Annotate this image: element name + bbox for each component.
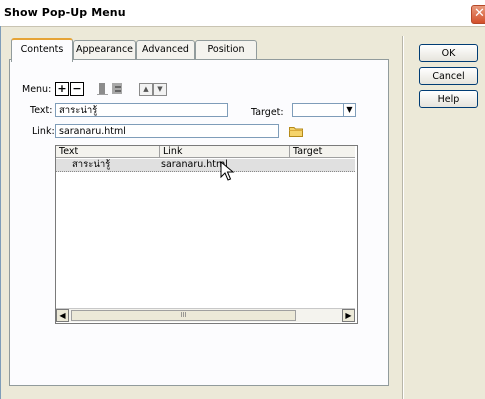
window-frame: [0, 26, 1, 399]
tab-advanced[interactable]: Advanced: [136, 40, 195, 60]
chevron-right-icon: ▶: [345, 311, 352, 320]
outdent-item-icon: [112, 83, 122, 94]
tab-contents[interactable]: Contents: [11, 38, 73, 62]
target-label: Target:: [251, 107, 284, 118]
column-header-text[interactable]: Text: [56, 146, 160, 158]
window-title: Show Pop-Up Menu: [4, 6, 126, 19]
mouse-cursor-icon: [220, 160, 236, 183]
vertical-divider-highlight: [403, 36, 404, 399]
tab-label: Appearance: [75, 44, 134, 55]
move-up-button[interactable]: ▲: [139, 83, 153, 96]
text-field[interactable]: สาระน่ารู้: [55, 103, 228, 117]
target-select[interactable]: [292, 103, 348, 117]
column-header-target[interactable]: Target: [290, 146, 355, 158]
folder-icon: [289, 127, 303, 137]
row-link-cell: saranaru.html: [161, 159, 228, 170]
link-label: Link:: [32, 126, 55, 137]
horizontal-scrollbar[interactable]: ◀ III ▶: [56, 308, 355, 322]
tab-label: Position: [207, 44, 245, 55]
move-up-icon: ▲: [143, 85, 149, 93]
scroll-left-button[interactable]: ◀: [56, 309, 69, 322]
add-item-icon: +: [57, 82, 67, 95]
text-label: Text:: [30, 105, 53, 116]
target-dropdown-button[interactable]: ▼: [343, 103, 356, 117]
indent-item-button[interactable]: [96, 82, 109, 96]
remove-item-icon: −: [72, 82, 82, 95]
cancel-button[interactable]: Cancel: [419, 67, 478, 85]
tab-appearance[interactable]: Appearance: [73, 40, 136, 60]
browse-button[interactable]: [289, 126, 303, 137]
menu-label: Menu:: [22, 84, 52, 95]
row-text-cell: สาระน่ารู้: [72, 159, 111, 170]
close-button[interactable]: ✕: [471, 5, 485, 24]
close-icon: ✕: [474, 6, 485, 21]
scroll-grip: III: [180, 311, 187, 319]
move-down-icon: ▼: [157, 85, 163, 93]
move-down-button[interactable]: ▼: [153, 83, 167, 96]
scroll-right-button[interactable]: ▶: [342, 309, 355, 322]
remove-item-button[interactable]: −: [70, 82, 84, 96]
menu-items-grid[interactable]: Text Link Target สาระน่ารู้ saranaru.htm…: [55, 145, 358, 324]
add-item-button[interactable]: +: [55, 82, 69, 96]
chevron-down-icon: ▼: [346, 105, 353, 114]
scroll-thumb[interactable]: III: [71, 310, 296, 321]
table-row[interactable]: สาระน่ารู้ saranaru.html: [56, 159, 355, 172]
outdent-item-button[interactable]: [111, 82, 124, 95]
help-button[interactable]: Help: [419, 90, 478, 108]
tab-label: Advanced: [142, 44, 189, 55]
column-header-link[interactable]: Link: [160, 146, 290, 158]
ok-button[interactable]: OK: [419, 44, 478, 62]
tab-position[interactable]: Position: [195, 40, 257, 60]
link-field[interactable]: saranaru.html: [55, 124, 279, 138]
indent-item-icon: [97, 83, 108, 96]
title-bar: Show Pop-Up Menu ✕: [0, 0, 485, 27]
tab-label: Contents: [20, 44, 64, 55]
chevron-left-icon: ◀: [59, 311, 66, 320]
